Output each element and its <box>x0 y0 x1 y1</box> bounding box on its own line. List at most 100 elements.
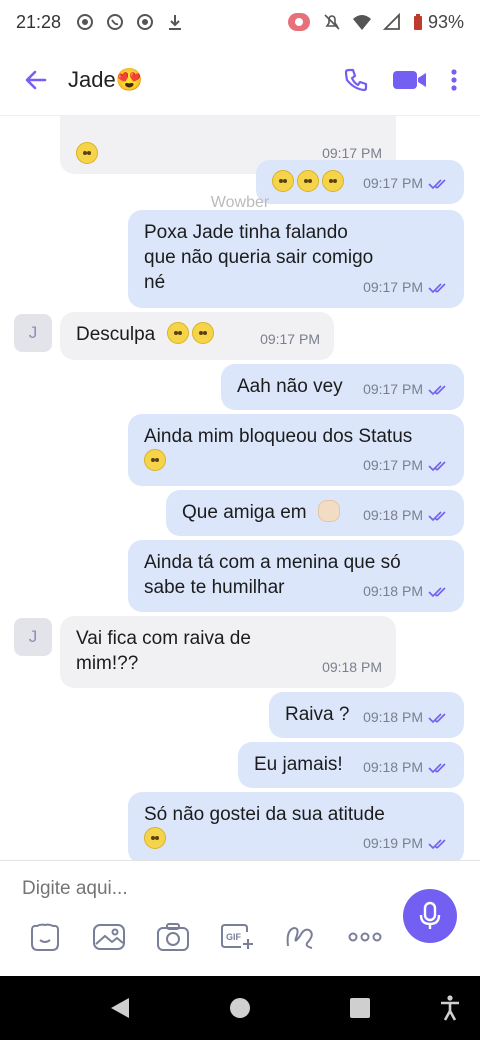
back-arrow-icon[interactable] <box>16 60 56 100</box>
eyeroll-emoji-icon <box>322 170 344 192</box>
phone-icon <box>344 68 368 91</box>
triangle-back-icon <box>111 998 129 1018</box>
message-bubble-outgoing[interactable]: Aah não vey 09:17 PM <box>221 364 464 410</box>
message-bubble-incoming[interactable]: Desculpa 09:17 PM <box>60 312 334 360</box>
battery-level: 93% <box>427 11 464 32</box>
message-meta: 09:19 PM <box>363 831 450 856</box>
message-meta: 09:17 PM <box>363 377 450 402</box>
read-ticks-icon <box>428 712 450 724</box>
message-bubble-outgoing[interactable]: Raiva ? 09:18 PM <box>269 692 464 738</box>
clapping-hands-emoji-icon <box>317 500 340 522</box>
nav-recents-button[interactable] <box>346 994 374 1022</box>
read-ticks-icon <box>428 282 450 294</box>
bear-sticker-icon <box>31 923 59 951</box>
pleading-emoji-icon <box>191 322 214 344</box>
video-camera-icon <box>393 70 426 89</box>
kebab-menu-icon <box>451 68 457 91</box>
read-ticks-icon <box>428 510 450 522</box>
system-navigation-bar <box>0 976 480 1040</box>
message-time: 09:17 PM <box>363 279 423 295</box>
message-time: 09:17 PM <box>363 457 423 473</box>
grimace-emoji-icon <box>76 142 98 164</box>
message-bubble-outgoing[interactable]: Eu jamais! 09:18 PM <box>238 742 464 788</box>
message-list[interactable]: Wowber 09:17 PM 09:17 PM Poxa Jade tinha… <box>0 116 480 860</box>
status-time: 21:28 <box>16 11 62 32</box>
accessibility-button[interactable] <box>436 994 464 1022</box>
read-ticks-icon <box>428 460 450 472</box>
message-time: 09:17 PM <box>363 175 423 191</box>
message-text: Só não gostei da sua atitude <box>144 804 385 825</box>
message-time: 09:18 PM <box>363 709 423 725</box>
message-text: Desculpa <box>76 324 156 345</box>
ellipsis-icon <box>348 932 382 942</box>
message-text: Eu jamais! <box>254 754 343 775</box>
contact-avatar[interactable]: J <box>14 618 52 656</box>
eyeroll-emoji-icon <box>272 170 294 192</box>
message-time: 09:17 PM <box>363 381 423 397</box>
circle-home-icon <box>230 998 250 1018</box>
gif-button[interactable]: GIF <box>219 919 255 955</box>
accessibility-icon <box>441 995 459 1021</box>
eyeroll-emoji-icon <box>297 170 319 192</box>
message-text: Raiva ? <box>285 704 350 725</box>
message-time: 09:18 PM <box>363 759 423 775</box>
more-options-button[interactable] <box>444 60 464 100</box>
mute-icon <box>322 12 342 32</box>
voice-message-button[interactable] <box>403 889 457 943</box>
message-bubble-outgoing[interactable]: Ainda tá com a menina que só sabe te hum… <box>128 540 464 612</box>
doodle-icon <box>286 926 313 949</box>
signal-icon <box>382 12 402 32</box>
message-composer: GIF <box>0 860 480 976</box>
contact-name[interactable]: Jade😍 <box>68 67 322 93</box>
status-bar: 21:28 93% <box>0 0 480 44</box>
message-bubble-outgoing[interactable]: Poxa Jade tinha falando que não queria s… <box>128 210 464 308</box>
message-bubble-outgoing[interactable]: Ainda mim bloqueou dos Status 09:17 PM <box>128 414 464 486</box>
message-meta: 09:18 PM <box>322 655 382 680</box>
contact-avatar[interactable]: J <box>14 314 52 352</box>
video-call-button[interactable] <box>390 60 430 100</box>
screen-record-icon <box>286 12 312 32</box>
message-meta: 09:18 PM <box>363 503 450 528</box>
message-bubble-outgoing[interactable]: 09:17 PM <box>256 160 464 204</box>
microphone-icon <box>419 901 441 929</box>
message-meta: 09:18 PM <box>363 705 450 730</box>
message-meta: 09:17 PM <box>363 171 450 196</box>
chat-header: Jade😍 <box>0 44 480 116</box>
message-time: 09:19 PM <box>363 835 423 851</box>
sticker-button[interactable] <box>27 919 63 955</box>
message-bubble-outgoing[interactable]: Só não gostei da sua atitude 09:19 PM <box>128 792 464 860</box>
read-ticks-icon <box>428 838 450 850</box>
message-bubble-outgoing[interactable]: Que amiga em 09:18 PM <box>166 490 464 536</box>
message-meta: 09:18 PM <box>363 755 450 780</box>
message-text: Ainda mim bloqueou dos Status <box>144 426 413 447</box>
nav-home-button[interactable] <box>226 994 254 1022</box>
read-ticks-icon <box>428 586 450 598</box>
svg-text:GIF: GIF <box>226 932 242 942</box>
read-ticks-icon <box>428 762 450 774</box>
viber-chat-screen: 21:28 93% Jade😍 Wowber 09:17 PM 09:17 PM… <box>0 0 480 1040</box>
record-icon <box>75 12 95 32</box>
whatsapp-icon <box>105 12 125 32</box>
message-bubble-incoming[interactable]: Vai fica com raiva de mim!?? 09:18 PM <box>60 616 396 688</box>
message-meta: 09:17 PM <box>260 327 320 352</box>
call-button[interactable] <box>336 60 376 100</box>
gallery-button[interactable] <box>91 919 127 955</box>
camera-button[interactable] <box>155 919 191 955</box>
message-meta: 09:17 PM <box>363 275 450 300</box>
download-icon <box>165 12 185 32</box>
message-text: Aah não vey <box>237 376 343 397</box>
message-meta: 09:18 PM <box>363 579 450 604</box>
message-time: 09:18 PM <box>363 583 423 599</box>
wifi-icon <box>352 12 372 32</box>
doodle-button[interactable] <box>283 919 319 955</box>
nav-back-button[interactable] <box>106 994 134 1022</box>
message-text: Que amiga em <box>182 502 307 523</box>
gif-icon: GIF <box>221 924 253 949</box>
message-time: 09:17 PM <box>260 331 320 347</box>
grimace-emoji-icon <box>166 322 189 344</box>
more-attachments-button[interactable] <box>347 919 383 955</box>
message-input[interactable] <box>22 875 382 903</box>
message-time: 09:18 PM <box>322 659 382 675</box>
record-icon-2 <box>135 12 155 32</box>
square-recents-icon <box>350 998 370 1018</box>
